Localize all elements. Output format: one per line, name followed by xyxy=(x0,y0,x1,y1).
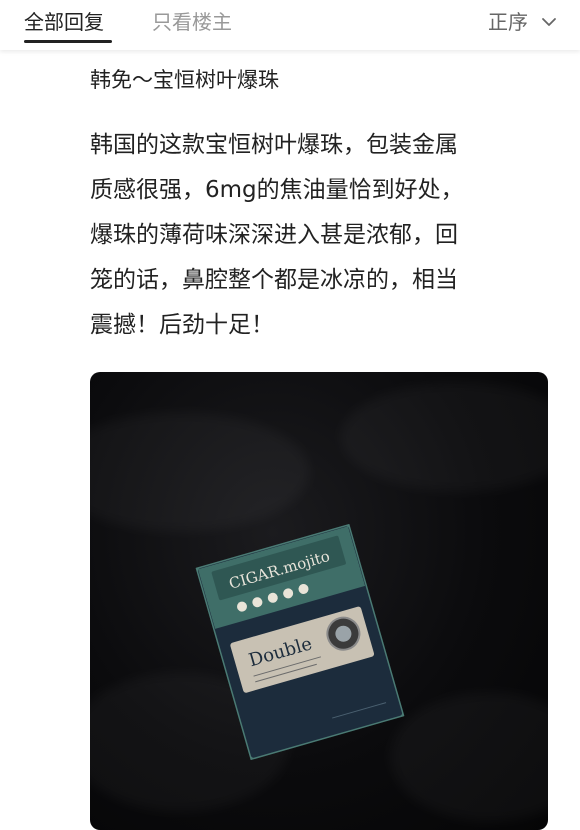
active-tab-indicator xyxy=(24,40,112,43)
post-photo[interactable]: CIGAR.mojito Double xyxy=(90,372,548,830)
tab-owner-only[interactable]: 只看楼主 xyxy=(152,9,232,35)
sort-label: 正序 xyxy=(488,10,528,34)
fabric-fold xyxy=(390,692,548,822)
sort-dropdown[interactable]: 正序 xyxy=(488,9,558,35)
fabric-fold xyxy=(90,412,310,532)
fabric-fold xyxy=(340,382,548,492)
post-title: 韩免～宝恒树叶爆珠 xyxy=(90,68,279,92)
chevron-down-icon xyxy=(542,18,556,26)
post-body-text: 韩国的这款宝恒树叶爆珠，包装金属 质感很强，6mg的焦油量恰到好处， 爆珠的薄荷… xyxy=(90,132,464,338)
top-tab-bar: 全部回复 只看楼主 正序 xyxy=(0,0,580,50)
tab-all-replies[interactable]: 全部回复 xyxy=(24,9,104,35)
